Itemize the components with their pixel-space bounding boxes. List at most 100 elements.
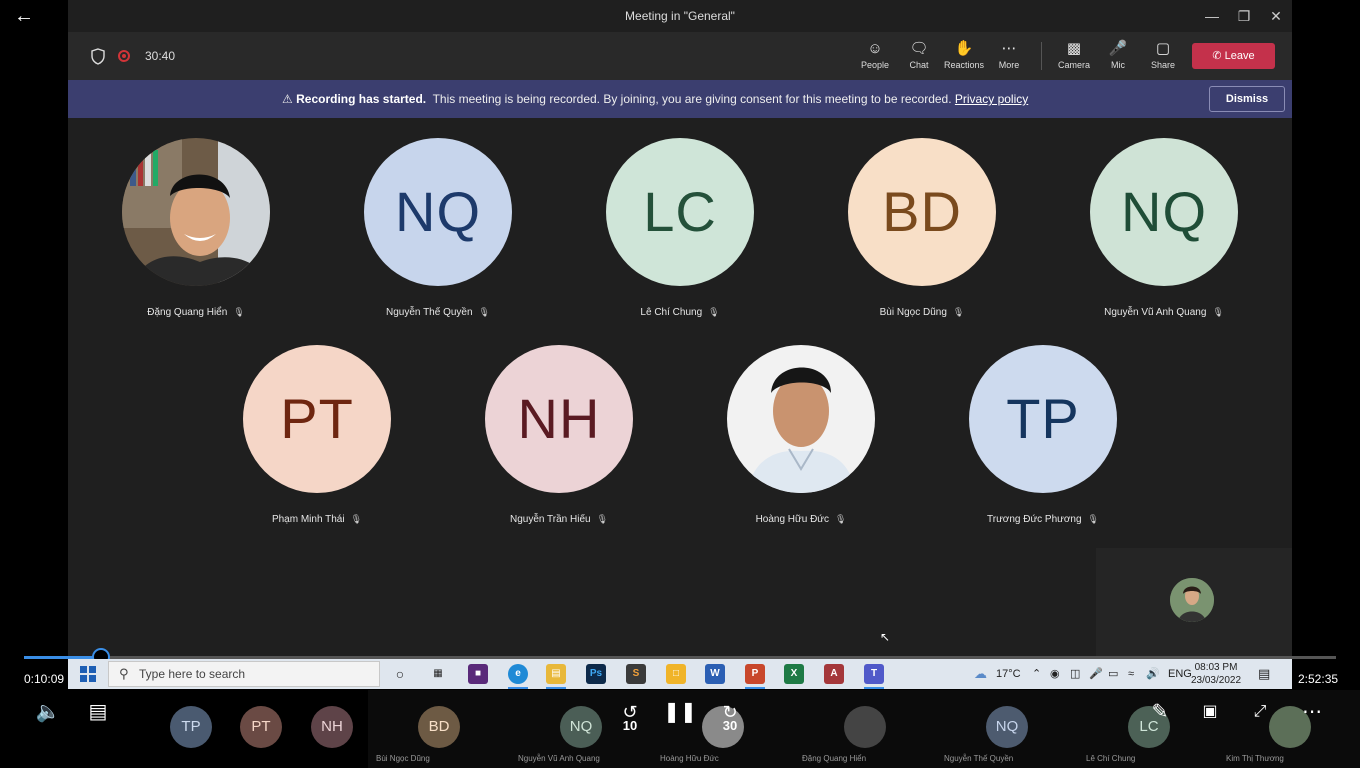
- taskbar-search-box[interactable]: ⚲ Type here to search: [108, 661, 380, 687]
- tray-expand-icon[interactable]: ⌃: [1032, 659, 1041, 689]
- participant-avatar: NQ: [1090, 138, 1238, 286]
- skip-back-seconds: 10: [622, 718, 638, 733]
- participant-name: Nguyễn Trần Hiếu 🎙: [509, 514, 609, 525]
- skip-forward-button[interactable]: ↻ 30: [710, 692, 750, 733]
- sublime-text-icon[interactable]: S: [626, 664, 646, 684]
- more-label: More: [998, 60, 1020, 70]
- toolbar-divider: [1041, 42, 1042, 70]
- gallery-name: Kim Thị Thương: [1226, 754, 1284, 763]
- self-avatar: [1170, 578, 1214, 622]
- wifi-icon[interactable]: ≈: [1128, 659, 1134, 689]
- warning-icon: ⚠: [282, 92, 293, 106]
- gallery-tile: TP: [170, 690, 212, 768]
- gallery-avatar: TP: [170, 706, 212, 748]
- more-button[interactable]: ⋯ More: [987, 38, 1031, 76]
- mouse-cursor-icon: ↖: [880, 630, 891, 644]
- restore-button[interactable]: ❐: [1228, 0, 1260, 32]
- self-view[interactable]: [1096, 548, 1292, 658]
- excel-icon[interactable]: X: [784, 664, 804, 684]
- meeting-timer: 30:40: [145, 49, 176, 63]
- weather-icon[interactable]: ☁: [974, 659, 987, 689]
- reactions-label: Reactions: [943, 60, 985, 70]
- search-placeholder: Type here to search: [139, 667, 246, 681]
- people-label: People: [860, 60, 890, 70]
- reactions-button[interactable]: ✋ Reactions: [942, 38, 986, 76]
- clock-time: 08:03 PM: [1194, 662, 1238, 673]
- weather-temperature[interactable]: 17°C: [996, 659, 1021, 689]
- participant-photo: [122, 138, 270, 286]
- back-arrow-icon[interactable]: ←: [8, 4, 40, 28]
- exit-fullscreen-icon[interactable]: ⤢: [1240, 690, 1280, 734]
- participant-name: Phạm Minh Thái 🎙: [271, 514, 363, 525]
- participant-tile[interactable]: TP Trương Đức Phương 🎙: [943, 345, 1143, 545]
- people-button[interactable]: ☺ People: [853, 38, 897, 76]
- teams-icon[interactable]: T: [864, 664, 884, 689]
- camera-label: Camera: [1057, 60, 1090, 70]
- volume-icon[interactable]: 🔈: [28, 690, 68, 734]
- gallery-avatar: NH: [311, 706, 353, 748]
- cortana-icon[interactable]: ○: [390, 664, 410, 684]
- mic-button[interactable]: 🎤 Mic: [1096, 38, 1140, 76]
- participant-avatar: PT: [243, 345, 391, 493]
- close-button[interactable]: ✕: [1260, 0, 1292, 32]
- mic-icon: 🎤: [1108, 40, 1128, 57]
- mic-muted-icon: 🎙: [1212, 307, 1224, 317]
- access-icon[interactable]: A: [824, 664, 844, 684]
- gallery-name: Đặng Quang Hiển: [802, 754, 867, 763]
- participant-tile[interactable]: NH Nguyễn Trần Hiếu 🎙: [459, 345, 659, 545]
- mic-muted-icon: 🎙: [834, 514, 847, 524]
- file-explorer-icon[interactable]: ▤: [546, 664, 566, 689]
- chat-label: Chat: [909, 60, 929, 70]
- participant-tile[interactable]: Đặng Quang Hiển 🎙: [96, 138, 296, 338]
- gallery-photo: [844, 706, 886, 748]
- recording-banner: ⚠ Recording has started. This meeting is…: [68, 80, 1292, 118]
- battery-icon[interactable]: ▭: [1108, 659, 1118, 689]
- pen-icon[interactable]: ✎: [1140, 690, 1180, 734]
- photoshop-icon[interactable]: Ps: [586, 664, 606, 684]
- participant-tile[interactable]: NQ Nguyễn Thế Quyền 🎙: [338, 138, 538, 338]
- windows-start-icon[interactable]: [80, 666, 96, 682]
- teams-meeting-window: Meeting in "General" — ❐ ✕ 30:40 ☺ Peopl…: [68, 0, 1292, 658]
- chat-icon: 🗨: [909, 40, 929, 57]
- camera-off-icon: ▩: [1066, 40, 1082, 57]
- notification-center-icon[interactable]: ▤: [1258, 659, 1270, 689]
- edge-browser-icon[interactable]: e: [508, 664, 528, 689]
- participant-tile[interactable]: Hoàng Hữu Đức 🎙: [701, 345, 901, 545]
- leave-button[interactable]: ✆ Leave: [1192, 43, 1275, 69]
- share-button[interactable]: ▢ Share: [1141, 38, 1185, 76]
- pause-button[interactable]: ❚❚: [660, 692, 700, 732]
- volume-icon[interactable]: 🔊: [1146, 659, 1160, 689]
- powerpoint-icon[interactable]: P: [745, 664, 765, 689]
- minimize-button[interactable]: —: [1196, 0, 1228, 32]
- participant-tile[interactable]: LC Lê Chí Chung 🎙: [580, 138, 780, 338]
- dismiss-button[interactable]: Dismiss: [1209, 86, 1285, 112]
- participant-name: Lê Chí Chung 🎙: [640, 307, 720, 318]
- more-icon: ⋯: [1001, 40, 1017, 57]
- participant-tile[interactable]: BD Bùi Ngọc Dũng 🎙: [822, 138, 1022, 338]
- gallery-tile: BD Bùi Ngọc Dũng: [368, 690, 510, 768]
- participant-tile[interactable]: PT Phạm Minh Thái 🎙: [217, 345, 417, 545]
- tray-device-icon[interactable]: ◫: [1070, 659, 1080, 689]
- mini-view-icon[interactable]: ▣: [1190, 690, 1230, 734]
- privacy-policy-link[interactable]: Privacy policy: [955, 92, 1028, 106]
- tray-app-icon[interactable]: ◉: [1050, 659, 1060, 689]
- word-icon[interactable]: W: [705, 664, 725, 684]
- participant-tile[interactable]: NQ Nguyễn Vũ Anh Quang 🎙: [1064, 138, 1264, 338]
- phpstorm-icon[interactable]: ■: [468, 664, 488, 684]
- sticky-notes-icon[interactable]: □: [666, 664, 686, 684]
- banner-text: ⚠ Recording has started. This meeting is…: [282, 80, 1028, 118]
- search-icon: ⚲: [119, 666, 129, 681]
- shield-icon[interactable]: [90, 48, 106, 65]
- task-view-icon[interactable]: ▦: [428, 664, 448, 684]
- gallery-name: Bùi Ngọc Dũng: [376, 754, 430, 763]
- tray-mic-icon[interactable]: 🎤: [1089, 659, 1103, 689]
- chat-button[interactable]: 🗨 Chat: [897, 38, 941, 76]
- camera-button[interactable]: ▩ Camera: [1052, 38, 1096, 76]
- mic-muted-icon: 🎙: [952, 307, 965, 317]
- gallery-tile: PT: [240, 690, 282, 768]
- more-options-icon[interactable]: ⋯: [1292, 690, 1332, 734]
- skip-back-button[interactable]: ↺ 10: [610, 692, 650, 733]
- gallery-name: Lê Chí Chung: [1086, 754, 1136, 763]
- captions-icon[interactable]: ▤: [78, 690, 118, 734]
- taskbar-clock[interactable]: 08:03 PM 23/03/2022: [1184, 661, 1248, 687]
